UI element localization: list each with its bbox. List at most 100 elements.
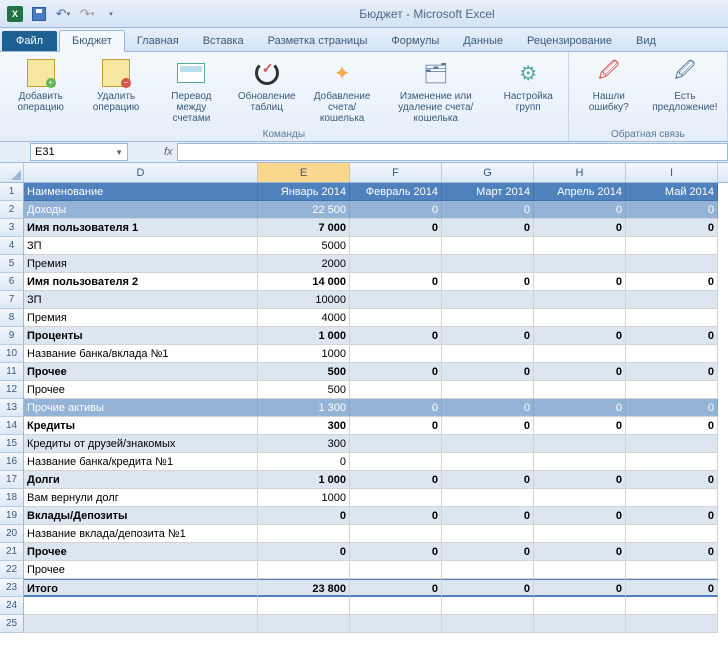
fx-label[interactable]: fx: [164, 146, 173, 158]
cell[interactable]: [534, 435, 626, 453]
cell[interactable]: [442, 435, 534, 453]
cell[interactable]: Прочие активы: [24, 399, 258, 417]
undo-button[interactable]: ↶▾: [52, 3, 74, 25]
cell[interactable]: [350, 615, 442, 633]
cell[interactable]: [534, 453, 626, 471]
cell[interactable]: [350, 435, 442, 453]
cell[interactable]: 0: [534, 471, 626, 489]
cell[interactable]: 0: [442, 219, 534, 237]
cell[interactable]: 300: [258, 435, 350, 453]
cell[interactable]: [350, 561, 442, 579]
cell[interactable]: Проценты: [24, 327, 258, 345]
add-operation-button[interactable]: Добавить операцию: [4, 54, 77, 116]
cell[interactable]: 0: [442, 579, 534, 597]
cell[interactable]: [442, 453, 534, 471]
cell[interactable]: [626, 237, 718, 255]
cell[interactable]: 0: [626, 273, 718, 291]
row-header[interactable]: 23: [0, 579, 24, 597]
cell[interactable]: [534, 597, 626, 615]
delete-operation-button[interactable]: Удалить операцию: [79, 54, 152, 116]
cell[interactable]: [534, 615, 626, 633]
spreadsheet-grid[interactable]: D E F G H I 1НаименованиеЯнварь 2014Февр…: [0, 163, 728, 633]
cell[interactable]: [442, 291, 534, 309]
cell[interactable]: [626, 615, 718, 633]
cell[interactable]: 1000: [258, 489, 350, 507]
cell[interactable]: 0: [350, 219, 442, 237]
cell[interactable]: [442, 489, 534, 507]
select-all-button[interactable]: [0, 163, 24, 182]
cell[interactable]: Итого: [24, 579, 258, 597]
cell[interactable]: [626, 453, 718, 471]
cell[interactable]: Название банка/кредита №1: [24, 453, 258, 471]
cell[interactable]: 0: [534, 327, 626, 345]
cell[interactable]: [442, 381, 534, 399]
cell[interactable]: 0: [626, 219, 718, 237]
cell[interactable]: 0: [350, 471, 442, 489]
cell[interactable]: [534, 237, 626, 255]
tab-view[interactable]: Вид: [624, 31, 668, 51]
chevron-down-icon[interactable]: ▼: [115, 148, 123, 157]
row-header[interactable]: 6: [0, 273, 24, 291]
cell[interactable]: [626, 597, 718, 615]
cell[interactable]: 500: [258, 381, 350, 399]
cell[interactable]: 0: [626, 201, 718, 219]
cell[interactable]: Май 2014: [626, 183, 718, 201]
cell[interactable]: 0: [258, 453, 350, 471]
cell[interactable]: Прочее: [24, 381, 258, 399]
found-error-button[interactable]: 🖉 Нашли ошибку?: [573, 54, 645, 116]
cell[interactable]: 0: [534, 201, 626, 219]
cell[interactable]: [24, 615, 258, 633]
cell[interactable]: 0: [534, 579, 626, 597]
cell[interactable]: 0: [350, 273, 442, 291]
cell[interactable]: ЗП: [24, 291, 258, 309]
cell[interactable]: [534, 309, 626, 327]
cell[interactable]: 22 500: [258, 201, 350, 219]
row-header[interactable]: 19: [0, 507, 24, 525]
col-header-G[interactable]: G: [442, 163, 534, 182]
cell[interactable]: 0: [350, 201, 442, 219]
cell[interactable]: 0: [626, 579, 718, 597]
cell[interactable]: 0: [442, 543, 534, 561]
save-button[interactable]: [28, 3, 50, 25]
row-header[interactable]: 16: [0, 453, 24, 471]
cell[interactable]: 300: [258, 417, 350, 435]
cell[interactable]: Имя пользователя 2: [24, 273, 258, 291]
cell[interactable]: [534, 561, 626, 579]
cell[interactable]: [24, 597, 258, 615]
row-header[interactable]: 8: [0, 309, 24, 327]
cell[interactable]: [442, 255, 534, 273]
cell[interactable]: 0: [626, 507, 718, 525]
formula-input[interactable]: [177, 143, 728, 161]
row-header[interactable]: 25: [0, 615, 24, 633]
name-box[interactable]: E31 ▼: [30, 143, 128, 161]
tab-insert[interactable]: Вставка: [191, 31, 256, 51]
cell[interactable]: [534, 345, 626, 363]
cell[interactable]: 0: [442, 273, 534, 291]
tab-formulas[interactable]: Формулы: [379, 31, 451, 51]
tab-budget[interactable]: Бюджет: [59, 30, 125, 52]
row-header[interactable]: 13: [0, 399, 24, 417]
cell[interactable]: [534, 255, 626, 273]
col-header-I[interactable]: I: [626, 163, 718, 182]
cell[interactable]: Имя пользователя 1: [24, 219, 258, 237]
cell[interactable]: Название вклада/депозита №1: [24, 525, 258, 543]
cell[interactable]: Премия: [24, 309, 258, 327]
cell[interactable]: 0: [442, 327, 534, 345]
cell[interactable]: Кредиты: [24, 417, 258, 435]
row-header[interactable]: 20: [0, 525, 24, 543]
cell[interactable]: [350, 489, 442, 507]
cell[interactable]: 1 000: [258, 471, 350, 489]
cell[interactable]: 0: [350, 363, 442, 381]
cell[interactable]: [534, 525, 626, 543]
cell[interactable]: [258, 525, 350, 543]
row-header[interactable]: 21: [0, 543, 24, 561]
cell[interactable]: 0: [350, 399, 442, 417]
tab-data[interactable]: Данные: [451, 31, 515, 51]
row-header[interactable]: 3: [0, 219, 24, 237]
excel-app-icon[interactable]: [4, 3, 26, 25]
cell[interactable]: [258, 597, 350, 615]
col-header-F[interactable]: F: [350, 163, 442, 182]
cell[interactable]: 0: [534, 399, 626, 417]
cell[interactable]: [626, 561, 718, 579]
cell[interactable]: 0: [442, 507, 534, 525]
